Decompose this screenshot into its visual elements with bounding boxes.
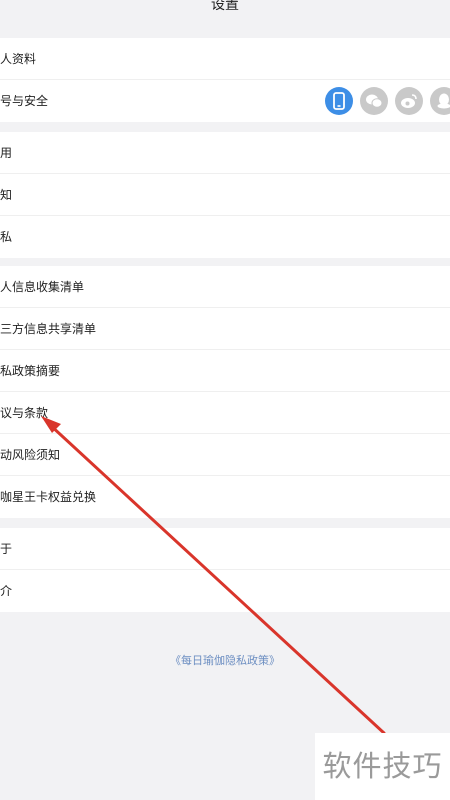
- weibo-icon[interactable]: [395, 87, 423, 115]
- settings-row-terms[interactable]: 议与条款: [0, 392, 450, 434]
- settings-row-profile[interactable]: 人资料: [0, 38, 450, 80]
- settings-row-personal-info-list[interactable]: 人信息收集清单: [0, 266, 450, 308]
- settings-row-account-security[interactable]: 号与安全: [0, 80, 450, 122]
- settings-row-exercise-risk[interactable]: 动风险须知: [0, 434, 450, 476]
- settings-row-label: 人信息收集清单: [0, 280, 85, 294]
- linked-accounts: [325, 87, 450, 115]
- page-title: 设置: [211, 0, 239, 13]
- settings-group-legal: 人信息收集清单 三方信息共享清单 私政策摘要 议与条款 动风险须知 咖星王卡权益…: [0, 266, 450, 518]
- settings-row-intro[interactable]: 介: [0, 570, 450, 612]
- settings-row-notifications[interactable]: 知: [0, 174, 450, 216]
- settings-row-label: 于: [0, 542, 13, 556]
- wechat-icon[interactable]: [360, 87, 388, 115]
- settings-row-label: 知: [0, 188, 13, 202]
- settings-row-label: 人资料: [0, 52, 37, 66]
- page-header: 设置: [0, 0, 450, 30]
- settings-group-profile: 人资料 号与安全: [0, 38, 450, 122]
- settings-row-about[interactable]: 于: [0, 528, 450, 570]
- settings-row-label: 介: [0, 584, 13, 598]
- settings-group-general: 用 知 私: [0, 132, 450, 258]
- settings-row-label: 私: [0, 230, 13, 244]
- settings-group-about: 于 介: [0, 528, 450, 612]
- qq-icon[interactable]: [430, 87, 450, 115]
- settings-row-label: 议与条款: [0, 406, 49, 420]
- settings-row-third-party-sharing[interactable]: 三方信息共享清单: [0, 308, 450, 350]
- settings-row-general[interactable]: 用: [0, 132, 450, 174]
- settings-row-label: 咖星王卡权益兑换: [0, 490, 97, 504]
- settings-row-privacy[interactable]: 私: [0, 216, 450, 258]
- settings-row-label: 动风险须知: [0, 448, 61, 462]
- privacy-policy-link[interactable]: 《每日瑜伽隐私政策》: [0, 652, 450, 668]
- watermark: 软件技巧: [315, 733, 450, 800]
- settings-row-label: 三方信息共享清单: [0, 322, 97, 336]
- settings-row-label: 用: [0, 146, 13, 160]
- settings-row-wangka-redeem[interactable]: 咖星王卡权益兑换: [0, 476, 450, 518]
- settings-row-label: 号与安全: [0, 94, 49, 108]
- settings-row-privacy-summary[interactable]: 私政策摘要: [0, 350, 450, 392]
- settings-row-label: 私政策摘要: [0, 364, 61, 378]
- phone-icon[interactable]: [325, 87, 353, 115]
